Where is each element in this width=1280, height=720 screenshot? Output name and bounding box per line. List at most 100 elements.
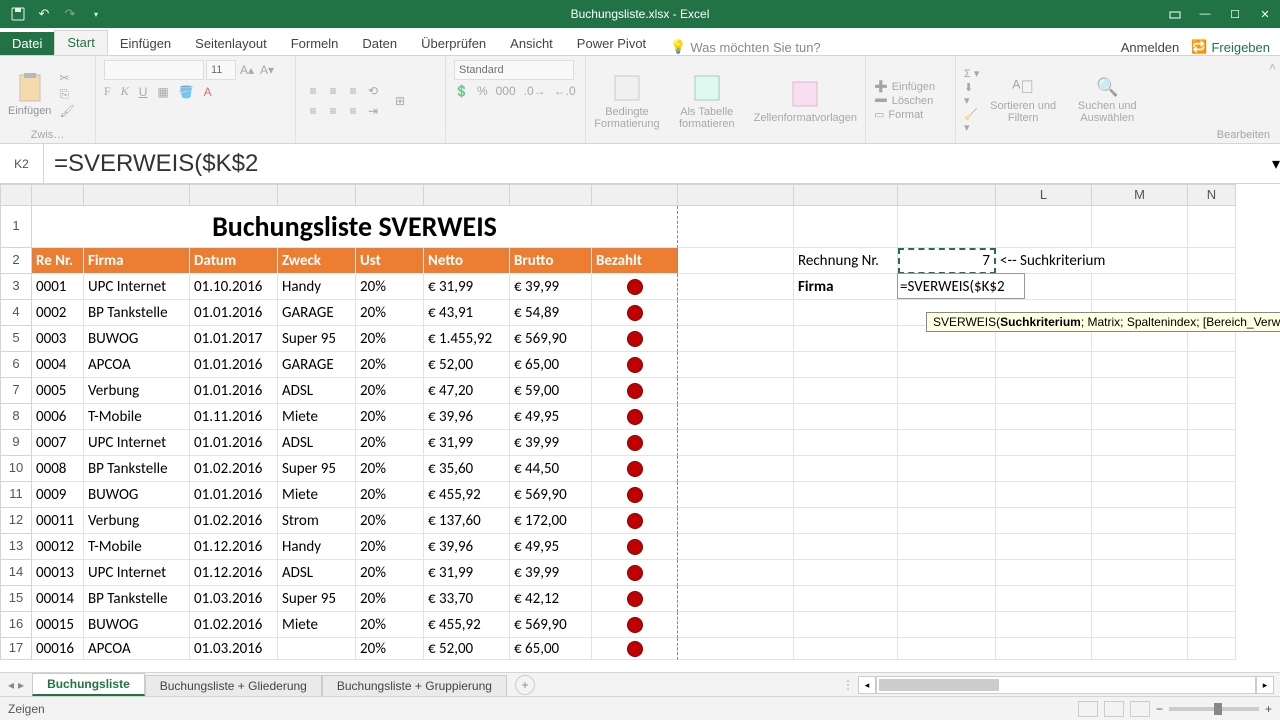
table-cell[interactable]: 0008 (32, 456, 84, 482)
table-cell[interactable]: € 137,60 (424, 508, 510, 534)
sheet-tab-0[interactable]: Buchungsliste (32, 673, 145, 696)
row-header[interactable]: 12 (0, 508, 32, 534)
col-header[interactable] (278, 184, 356, 206)
col-header[interactable] (592, 184, 678, 206)
table-cell[interactable]: 01.12.2016 (190, 534, 278, 560)
cell[interactable] (678, 612, 794, 638)
table-cell[interactable]: 01.11.2016 (190, 404, 278, 430)
insert-cells-button[interactable]: ➕Einfügen (874, 80, 935, 93)
table-cell[interactable]: Miete (278, 404, 356, 430)
view-pagebreak-icon[interactable] (1130, 701, 1150, 717)
row-header[interactable]: 2 (0, 248, 32, 274)
cell[interactable] (1092, 274, 1188, 300)
cell[interactable] (898, 586, 996, 612)
cell[interactable] (1092, 378, 1188, 404)
col-header[interactable] (190, 184, 278, 206)
col-header[interactable] (510, 184, 592, 206)
row-header[interactable]: 7 (0, 378, 32, 404)
table-cell[interactable]: 00012 (32, 534, 84, 560)
copy-icon[interactable]: ⎘ (59, 87, 74, 102)
cell[interactable] (1092, 482, 1188, 508)
cell[interactable] (678, 404, 794, 430)
cell[interactable] (1188, 404, 1236, 430)
table-cell[interactable]: UPC Internet (84, 430, 190, 456)
cut-icon[interactable]: ✂ (59, 71, 74, 85)
table-cell[interactable]: € 569,90 (510, 612, 592, 638)
cell[interactable] (794, 378, 898, 404)
table-cell[interactable]: 20% (356, 482, 424, 508)
tab-start[interactable]: Start (54, 30, 107, 55)
col-header[interactable] (678, 184, 794, 206)
row-header[interactable]: 5 (0, 326, 32, 352)
hscroll-left-button[interactable]: ◂ (858, 676, 876, 694)
cell[interactable] (898, 612, 996, 638)
cell[interactable] (898, 456, 996, 482)
table-cell[interactable]: € 569,90 (510, 482, 592, 508)
expand-formula-bar-icon[interactable]: ▾ (1272, 154, 1280, 174)
cell[interactable] (678, 326, 794, 352)
cell[interactable] (678, 638, 794, 660)
close-icon[interactable]: ✕ (1250, 0, 1280, 28)
table-cell[interactable]: 0007 (32, 430, 84, 456)
cell[interactable] (996, 404, 1092, 430)
format-cells-button[interactable]: ▭Format (874, 108, 935, 121)
table-cell[interactable]: 01.01.2016 (190, 378, 278, 404)
cell[interactable] (794, 612, 898, 638)
table-cell[interactable]: 01.02.2016 (190, 612, 278, 638)
firma-label[interactable]: Firma (794, 274, 898, 300)
cell[interactable] (996, 378, 1092, 404)
format-painter-icon[interactable]: 🖌 (59, 104, 74, 118)
find-select-button[interactable]: 🔍Suchen und Auswählen (1066, 77, 1148, 124)
table-cell[interactable]: € 49,95 (510, 534, 592, 560)
table-cell[interactable]: 01.02.2016 (190, 456, 278, 482)
table-cell[interactable]: 01.12.2016 (190, 560, 278, 586)
table-cell[interactable]: APCOA (84, 352, 190, 378)
table-cell[interactable]: ADSL (278, 430, 356, 456)
table-cell[interactable]: € 455,92 (424, 482, 510, 508)
cell[interactable] (1188, 638, 1236, 660)
cell[interactable] (1188, 482, 1236, 508)
sheet-tab-1[interactable]: Buchungsliste + Gliederung (145, 675, 322, 696)
table-cell[interactable]: 0006 (32, 404, 84, 430)
cell[interactable] (678, 248, 794, 274)
zoom-slider-knob[interactable] (1214, 703, 1222, 715)
row-header[interactable]: 1 (0, 206, 32, 248)
paste-button[interactable]: Einfügen (8, 73, 51, 117)
zoom-slider[interactable] (1169, 707, 1259, 711)
cell[interactable] (1188, 206, 1236, 248)
cell[interactable] (1092, 352, 1188, 378)
table-cell[interactable]: UPC Internet (84, 560, 190, 586)
cell[interactable] (996, 430, 1092, 456)
cell[interactable] (1092, 456, 1188, 482)
orientation-icon[interactable]: ⟲ (364, 82, 382, 100)
tab-formulas[interactable]: Formeln (279, 32, 351, 55)
table-cell[interactable]: BP Tankstelle (84, 456, 190, 482)
col-header[interactable] (32, 184, 84, 206)
table-cell[interactable] (592, 560, 678, 586)
cell[interactable] (678, 430, 794, 456)
table-cell[interactable]: GARAGE (278, 352, 356, 378)
cell[interactable] (1188, 274, 1236, 300)
table-cell[interactable]: 01.01.2016 (190, 352, 278, 378)
decrease-font-icon[interactable]: A▾ (258, 61, 276, 79)
table-cell[interactable]: 20% (356, 508, 424, 534)
table-title[interactable]: Buchungsliste SVERWEIS (32, 206, 678, 248)
cell[interactable] (1092, 586, 1188, 612)
cell[interactable] (678, 534, 794, 560)
cell[interactable] (794, 430, 898, 456)
increase-decimal-icon[interactable]: .0→ (524, 84, 546, 98)
col-header[interactable] (356, 184, 424, 206)
hscroll-right-button[interactable]: ▸ (1256, 676, 1274, 694)
table-cell[interactable]: 20% (356, 638, 424, 660)
cell[interactable] (794, 352, 898, 378)
table-cell[interactable]: APCOA (84, 638, 190, 660)
align-bottom-icon[interactable]: ≡ (344, 82, 362, 100)
hscroll-thumb[interactable] (879, 679, 999, 691)
cell[interactable] (794, 638, 898, 660)
table-cell[interactable]: 20% (356, 352, 424, 378)
table-header[interactable]: Brutto (510, 248, 592, 274)
cell[interactable] (996, 612, 1092, 638)
format-as-table-button[interactable]: Als Tabelle formatieren (674, 72, 740, 130)
table-cell[interactable]: 00016 (32, 638, 84, 660)
cell[interactable] (1092, 534, 1188, 560)
